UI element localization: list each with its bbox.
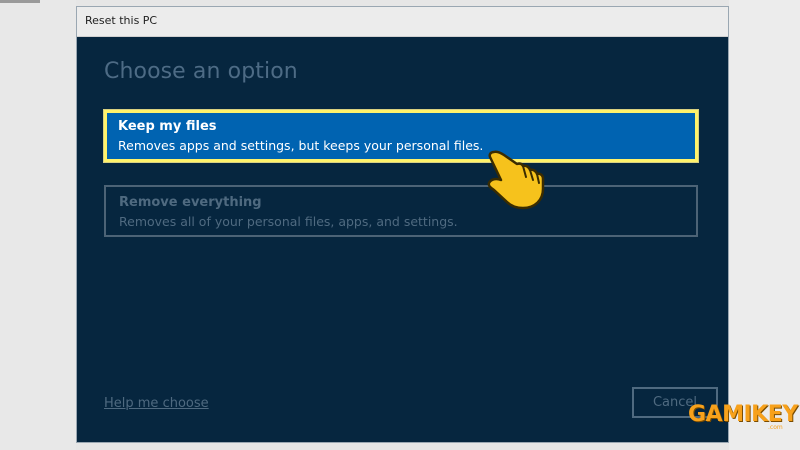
option-label: Remove everything: [119, 195, 262, 210]
help-me-choose-link[interactable]: Help me choose: [104, 396, 209, 411]
title-bar: Reset this PC: [77, 7, 728, 37]
option-label: Keep my files: [118, 119, 217, 134]
remove-everything-option[interactable]: Remove everything Removes all of your pe…: [104, 185, 698, 237]
background-right: [729, 0, 800, 450]
window-title: Reset this PC: [85, 14, 158, 27]
hand-pointer-icon: [487, 150, 545, 210]
watermark-domain: .com: [768, 424, 783, 431]
keep-my-files-option[interactable]: Keep my files Removes apps and settings,…: [104, 110, 698, 162]
gamikey-watermark: GAMIKEY .com: [688, 402, 798, 434]
option-description: Removes apps and settings, but keeps you…: [118, 138, 484, 153]
background-tab-hint: [0, 0, 40, 3]
reset-dialog: Reset this PC Choose an option Keep my f…: [76, 6, 729, 443]
background-left: [0, 0, 76, 450]
option-description: Removes all of your personal files, apps…: [119, 214, 458, 229]
page-title: Choose an option: [104, 59, 298, 84]
